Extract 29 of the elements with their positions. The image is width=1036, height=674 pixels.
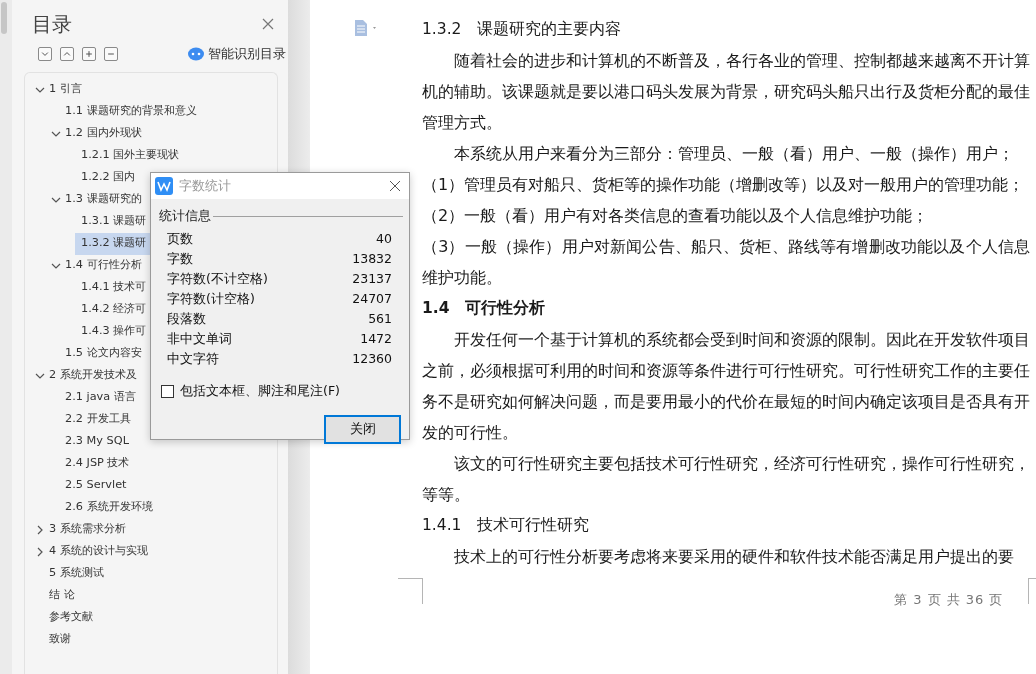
list-item-text: （3）一般（操作）用户对新闻公告、船只、货柜、路线等有增删改功能以及个人信息维护功能。 xyxy=(422,236,1030,289)
stat-value: 12360 xyxy=(352,350,392,369)
list-item-text: （2）一般（看）用户有对各类信息的查看功能以及个人信息维护功能； xyxy=(422,205,930,227)
list-item-text: （1）管理员有对船只、货柜等的操作功能（增删改等）以及对一般用户的管理功能； xyxy=(422,174,1026,196)
stat-label: 中文字符 xyxy=(167,350,219,369)
section-heading: 1.4 可行性分析 xyxy=(422,298,547,319)
body-paragraph: 开发任何一个基于计算机的系统都会受到时间和资源的限制。因此在开发软件项目之前，必须根据可利用的时间和资源等条件进行可行性研究。可行性研究工作的主要任务不是研究如何解决问题，而是要用最小的代价在最短的时间内确定该项目是否具有开发的可行性。 xyxy=(422,329,1030,444)
stat-value: 24707 xyxy=(352,290,392,309)
body-paragraph: 本系统从用户来看分为三部分：管理员、一般（看）用户、一般（操作）用户； xyxy=(453,143,1015,165)
stat-value: 1472 xyxy=(360,330,392,349)
stat-value: 23137 xyxy=(352,270,392,289)
section-heading: 1.4.1 技术可行性研究 xyxy=(422,515,591,536)
stat-value: 561 xyxy=(368,310,392,329)
page-number: 第 3 页 共 36 页 xyxy=(894,591,1004,609)
stat-label: 字符数(不计空格) xyxy=(167,270,268,289)
stat-label: 页数 xyxy=(167,230,193,249)
group-label: 统计信息 xyxy=(159,207,211,225)
stat-value: 13832 xyxy=(352,250,392,269)
section-heading: 1.3.2 课题研究的主要内容 xyxy=(422,19,623,40)
body-paragraph: 该文的可行性研究主要包括技术可行性研究，经济可行性研究，操作可行性研究，等等。 xyxy=(422,453,1030,506)
dialog-title: 字数统计 xyxy=(179,177,232,196)
panel-title: 目录 xyxy=(32,12,72,36)
stat-label: 段落数 xyxy=(167,310,206,329)
stat-label: 字符数(计空格) xyxy=(167,290,255,309)
body-paragraph: 技术上的可行性分析要考虑将来要采用的硬件和软件技术能否满足用户提出的要 xyxy=(453,546,1015,568)
stat-label: 字数 xyxy=(167,250,193,269)
body-paragraph: 随着社会的进步和计算机的不断普及，各行各业的管理、控制都越来越离不开计算机的辅助。该课题就是要以港口码头发展为背景，研究码头船只出行及货柜分配的最佳管理方式。 xyxy=(422,50,1030,134)
stat-value: 40 xyxy=(376,230,392,249)
stat-label: 非中文单词 xyxy=(167,330,232,349)
